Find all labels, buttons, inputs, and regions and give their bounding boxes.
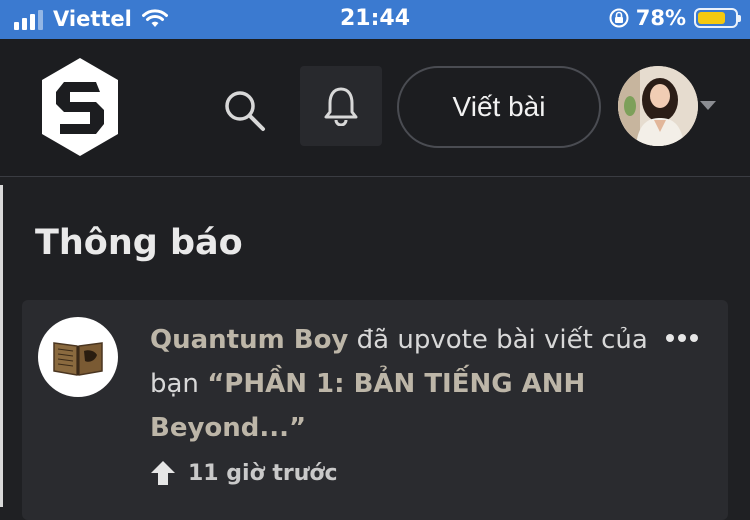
page-title: Thông báo bbox=[35, 223, 243, 263]
dot bbox=[666, 334, 674, 342]
battery-percent: 78% bbox=[635, 6, 686, 30]
bell-icon bbox=[324, 87, 358, 126]
write-post-button[interactable]: Viết bài bbox=[397, 66, 601, 148]
notification-meta: 11 giờ trước bbox=[150, 460, 338, 486]
notifications-button[interactable] bbox=[300, 66, 382, 146]
notification-time: 11 giờ trước bbox=[188, 460, 338, 486]
orientation-lock-icon bbox=[609, 8, 629, 28]
more-options-button[interactable] bbox=[664, 328, 700, 348]
dot bbox=[690, 334, 698, 342]
notification-avatar[interactable] bbox=[38, 317, 118, 397]
search-icon[interactable] bbox=[220, 86, 268, 134]
chevron-down-icon[interactable] bbox=[700, 101, 716, 110]
battery-icon bbox=[694, 8, 741, 28]
notification-post-title[interactable]: “PHẦN 1: BẢN TIẾNG ANH Beyond...” bbox=[150, 369, 585, 443]
notification-card[interactable]: Quantum Boy đã upvote bài viết của bạn “… bbox=[22, 300, 728, 520]
upvote-arrow-icon bbox=[151, 461, 175, 485]
notification-text: Quantum Boy đã upvote bài viết của bạn “… bbox=[150, 318, 650, 450]
book-icon bbox=[53, 342, 103, 376]
user-avatar-image bbox=[618, 66, 698, 146]
divider bbox=[0, 185, 3, 507]
status-right: 78% bbox=[608, 6, 741, 30]
app-header: Viết bài bbox=[0, 39, 750, 177]
dot bbox=[678, 334, 686, 342]
logo-icon[interactable] bbox=[38, 56, 122, 158]
main-content: Thông báo Quantum Boy đã upvote bài viết… bbox=[0, 177, 750, 520]
status-bar: Viettel 21:44 78% bbox=[0, 0, 750, 39]
battery-fill bbox=[698, 12, 726, 24]
avatar[interactable] bbox=[618, 66, 698, 146]
notification-actor[interactable]: Quantum Boy bbox=[150, 325, 348, 355]
